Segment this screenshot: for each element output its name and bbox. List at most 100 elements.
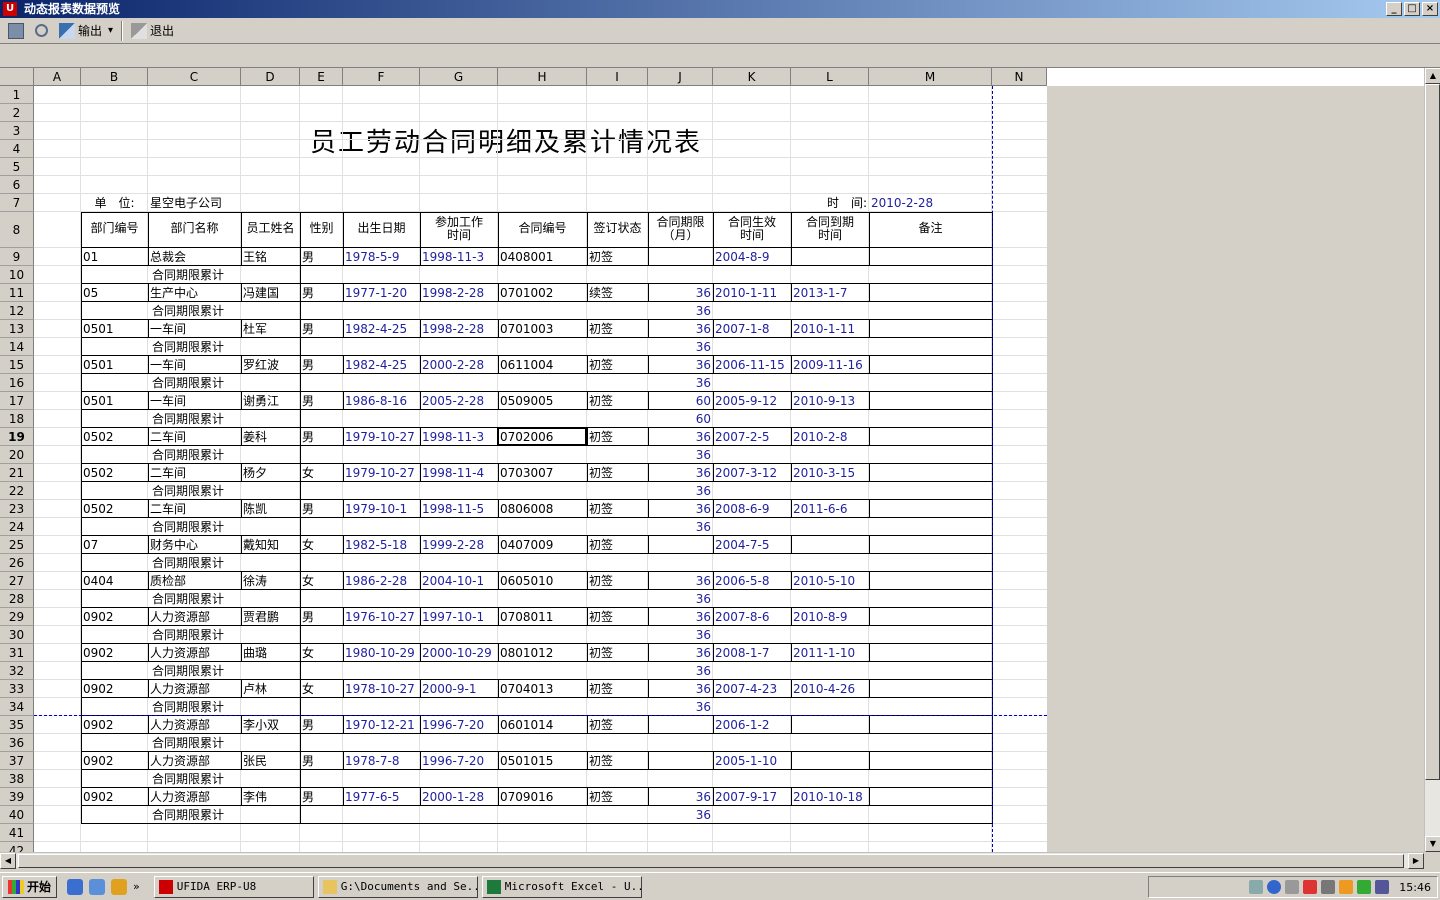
table-cell-dept[interactable]: 0902: [81, 608, 148, 626]
table-cell-name[interactable]: 戴知知: [241, 536, 300, 554]
table-cell-work[interactable]: 2000-2-28: [420, 356, 498, 374]
table-cell-work[interactable]: 2004-10-1: [420, 572, 498, 590]
table-cell-sex[interactable]: 女: [300, 680, 343, 698]
row-header-10[interactable]: 10: [0, 266, 34, 284]
table-cell-start[interactable]: 2006-5-8: [713, 572, 791, 590]
column-header-n[interactable]: N: [992, 68, 1047, 86]
time-value[interactable]: 2010-2-28: [869, 194, 992, 212]
table-cell-name[interactable]: 陈凯: [241, 500, 300, 518]
row-header-18[interactable]: 18: [0, 410, 34, 428]
table-cell-dept-name[interactable]: 人力资源部: [148, 752, 241, 770]
table-cell-end[interactable]: 2010-1-11: [791, 320, 869, 338]
table-cell-term[interactable]: 36: [648, 788, 713, 806]
subtotal-value[interactable]: 36: [648, 302, 713, 320]
table-cell-term[interactable]: [648, 716, 713, 734]
row-header-28[interactable]: 28: [0, 590, 34, 608]
subtotal-value[interactable]: 36: [648, 338, 713, 356]
row-header-11[interactable]: 11: [0, 284, 34, 302]
table-cell-dept-name[interactable]: 总裁会: [148, 248, 241, 266]
table-cell-contract[interactable]: 0806008: [498, 500, 587, 518]
subtotal-value[interactable]: 36: [648, 446, 713, 464]
subtotal-value[interactable]: 36: [648, 482, 713, 500]
table-cell-term[interactable]: 36: [648, 572, 713, 590]
table-cell-end[interactable]: [791, 248, 869, 266]
table-cell-start[interactable]: 2007-8-6: [713, 608, 791, 626]
table-cell-birth[interactable]: 1977-1-20: [343, 284, 420, 302]
row-header-35[interactable]: 35: [0, 716, 34, 734]
row-header-33[interactable]: 33: [0, 680, 34, 698]
row-header-40[interactable]: 40: [0, 806, 34, 824]
table-cell-start[interactable]: 2007-2-5: [713, 428, 791, 446]
start-button[interactable]: 开始: [2, 875, 58, 898]
table-cell-work[interactable]: 1999-2-28: [420, 536, 498, 554]
table-cell-start[interactable]: 2008-6-9: [713, 500, 791, 518]
table-cell-name[interactable]: 李伟: [241, 788, 300, 806]
row-header-12[interactable]: 12: [0, 302, 34, 320]
table-cell-sex[interactable]: 男: [300, 248, 343, 266]
table-cell-contract[interactable]: 0601014: [498, 716, 587, 734]
exit-button[interactable]: 退出: [127, 20, 178, 42]
row-header-21[interactable]: 21: [0, 464, 34, 482]
table-cell-start[interactable]: 2007-1-8: [713, 320, 791, 338]
table-cell-work[interactable]: 1997-10-1: [420, 608, 498, 626]
table-cell-birth[interactable]: 1976-10-27: [343, 608, 420, 626]
row-header-4[interactable]: 4: [0, 140, 34, 158]
table-cell-contract[interactable]: 0509005: [498, 392, 587, 410]
table-cell-start[interactable]: 2006-1-2: [713, 716, 791, 734]
column-header-d[interactable]: D: [241, 68, 300, 86]
table-cell-name[interactable]: 谢勇江: [241, 392, 300, 410]
table-cell-status[interactable]: 初签: [587, 356, 648, 374]
unit-value[interactable]: 星空电子公司: [148, 194, 300, 212]
table-cell-status[interactable]: 初签: [587, 572, 648, 590]
table-cell-contract[interactable]: 0407009: [498, 536, 587, 554]
table-cell-sex[interactable]: 男: [300, 608, 343, 626]
scroll-right-icon[interactable]: ▶: [1408, 853, 1424, 869]
subtotal-value[interactable]: [648, 770, 713, 788]
table-cell-start[interactable]: 2005-9-12: [713, 392, 791, 410]
row-header-8[interactable]: 8: [0, 212, 34, 248]
table-cell-end[interactable]: 2010-3-15: [791, 464, 869, 482]
table-cell-sex[interactable]: 男: [300, 752, 343, 770]
table-cell-end[interactable]: 2010-5-10: [791, 572, 869, 590]
preview-button[interactable]: [31, 20, 55, 42]
horizontal-scroll-thumb[interactable]: [18, 854, 1404, 868]
table-cell-dept[interactable]: 05: [81, 284, 148, 302]
table-cell-dept-name[interactable]: 二车间: [148, 428, 241, 446]
table-cell-name[interactable]: 张民: [241, 752, 300, 770]
desktop-icon[interactable]: [89, 878, 106, 895]
table-cell-sex[interactable]: 男: [300, 284, 343, 302]
table-cell-work[interactable]: 1998-11-5: [420, 500, 498, 518]
more-icon[interactable]: »: [133, 880, 140, 893]
horizontal-scrollbar[interactable]: ◀ ▶: [0, 852, 1424, 869]
table-cell-end[interactable]: 2011-1-10: [791, 644, 869, 662]
table-cell-term[interactable]: 36: [648, 608, 713, 626]
table-cell-dept-name[interactable]: 一车间: [148, 356, 241, 374]
table-cell-term[interactable]: [648, 248, 713, 266]
table-cell-status[interactable]: 初签: [587, 248, 648, 266]
table-cell-dept-name[interactable]: 人力资源部: [148, 608, 241, 626]
table-cell-end[interactable]: [791, 536, 869, 554]
print-button[interactable]: [4, 20, 31, 42]
table-cell-name[interactable]: 杨夕: [241, 464, 300, 482]
table-cell-status[interactable]: 初签: [587, 392, 648, 410]
scroll-left-icon[interactable]: ◀: [0, 853, 16, 869]
table-cell-birth[interactable]: 1986-2-28: [343, 572, 420, 590]
table-cell-term[interactable]: 36: [648, 428, 713, 446]
table-cell-status[interactable]: 初签: [587, 536, 648, 554]
table-cell-dept[interactable]: 0404: [81, 572, 148, 590]
table-cell-term[interactable]: 36: [648, 320, 713, 338]
subtotal-value[interactable]: [648, 554, 713, 572]
row-header-20[interactable]: 20: [0, 446, 34, 464]
table-cell-start[interactable]: 2007-9-17: [713, 788, 791, 806]
qq-icon[interactable]: [1303, 880, 1318, 894]
row-header-26[interactable]: 26: [0, 554, 34, 572]
table-cell-term[interactable]: 36: [648, 500, 713, 518]
subtotal-value[interactable]: 36: [648, 590, 713, 608]
table-cell-dept[interactable]: 0502: [81, 500, 148, 518]
row-header-27[interactable]: 27: [0, 572, 34, 590]
table-cell-work[interactable]: 1998-11-3: [420, 428, 498, 446]
table-cell-start[interactable]: 2008-1-7: [713, 644, 791, 662]
task-ufida[interactable]: UFIDA ERP-U8: [153, 875, 314, 898]
row-header-15[interactable]: 15: [0, 356, 34, 374]
table-cell-name[interactable]: 卢林: [241, 680, 300, 698]
